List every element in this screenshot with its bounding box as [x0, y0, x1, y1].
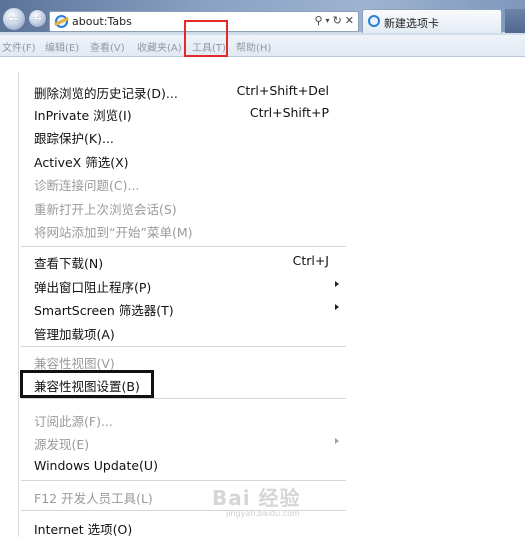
menu-item-shortcut: Ctrl+Shift+P — [249, 105, 329, 120]
menu-separator — [21, 480, 346, 481]
address-bar-tools: ⚲ ▾ ↻ ✕ — [314, 14, 354, 27]
menu-item-manage-addons[interactable]: 管理加载项(A) — [19, 319, 348, 343]
menu-view[interactable]: 查看(V) — [90, 39, 125, 54]
submenu-arrow-icon — [335, 438, 339, 444]
submenu-arrow-icon — [335, 304, 339, 310]
address-text[interactable]: about:Tabs — [72, 15, 132, 28]
ie-page-icon — [55, 15, 68, 28]
watermark-text: Bai 经验 — [212, 486, 301, 510]
menu-item-label: InPrivate 浏览(I) — [34, 108, 132, 123]
menu-item-add-to-start: 将网站添加到“开始”菜单(M) — [19, 217, 348, 241]
menu-favorites[interactable]: 收藏夹(A) — [137, 39, 182, 54]
forward-button[interactable]: → — [28, 9, 47, 28]
tab-new-tab[interactable]: 新建选项卡 — [362, 9, 502, 33]
menu-item-feed-discovery: 源发现(E) — [19, 429, 348, 453]
menu-item-reopen-session: 重新打开上次浏览会话(S) — [19, 194, 348, 218]
menu-item-popup-blocker[interactable]: 弹出窗口阻止程序(P) — [19, 272, 348, 296]
window-edge — [505, 9, 525, 33]
forward-arrow-icon: → — [32, 12, 43, 25]
browser-chrome: ← → about:Tabs ⚲ ▾ ↻ ✕ 新建选项卡 文件(F) 编辑(E)… — [0, 0, 525, 57]
watermark: Bai 经验 jingyan.baidu.com — [212, 482, 301, 518]
menu-item-activex-filter[interactable]: ActiveX 筛选(X) — [19, 147, 348, 171]
submenu-arrow-icon — [335, 281, 339, 287]
menu-item-label: 跟踪保护(K)... — [34, 131, 114, 146]
compat-settings-highlight-box — [20, 370, 154, 398]
watermark-sub: jingyan.baidu.com — [226, 509, 300, 518]
menu-item-smartscreen[interactable]: SmartScreen 筛选器(T) — [19, 295, 348, 319]
menu-item-label: Internet 选项(O) — [34, 522, 133, 537]
menu-item-tracking-protection[interactable]: 跟踪保护(K)... — [19, 123, 348, 147]
menu-item-label: 诊断连接问题(C)... — [34, 178, 140, 193]
close-icon[interactable]: ✕ — [345, 14, 354, 27]
chevron-down-icon[interactable]: ▾ — [326, 16, 330, 25]
menu-item-label: F12 开发人员工具(L) — [34, 491, 153, 506]
ie-tab-icon — [368, 15, 380, 27]
menu-item-delete-history[interactable]: 删除浏览的历史记录(D)... Ctrl+Shift+Del — [19, 78, 348, 102]
menu-item-label: Windows Update(U) — [34, 458, 158, 473]
menu-item-label: 订阅此源(F)... — [34, 414, 113, 429]
menu-item-compat-view: 兼容性视图(V) — [19, 348, 348, 372]
menu-item-shortcut: Ctrl+J — [292, 253, 329, 268]
menu-item-label: 将网站添加到“开始”菜单(M) — [34, 225, 193, 240]
menu-separator — [21, 346, 346, 347]
menu-item-label: 重新打开上次浏览会话(S) — [34, 202, 177, 217]
back-button[interactable]: ← — [2, 7, 26, 31]
page-background — [0, 57, 18, 537]
menu-item-shortcut: Ctrl+Shift+Del — [236, 83, 329, 98]
menu-item-subscribe-feed: 订阅此源(F)... — [19, 406, 348, 430]
menu-edit[interactable]: 编辑(E) — [45, 39, 79, 54]
menu-help[interactable]: 帮助(H) — [236, 39, 271, 54]
menu-item-label: ActiveX 筛选(X) — [34, 155, 129, 170]
menu-item-label: 源发现(E) — [34, 437, 90, 452]
menu-separator — [21, 398, 346, 399]
tools-dropdown-menu: 删除浏览的历史记录(D)... Ctrl+Shift+Del InPrivate… — [18, 72, 347, 537]
menu-file[interactable]: 文件(F) — [2, 39, 36, 54]
tools-menu-highlight-box — [184, 20, 228, 57]
menu-item-label: SmartScreen 筛选器(T) — [34, 303, 174, 318]
menu-item-view-downloads[interactable]: 查看下载(N) Ctrl+J — [19, 248, 348, 272]
refresh-icon[interactable]: ↻ — [333, 14, 342, 27]
back-arrow-icon: ← — [8, 11, 20, 27]
menu-item-label: 查看下载(N) — [34, 256, 104, 271]
menu-item-windows-update[interactable]: Windows Update(U) — [19, 453, 348, 477]
menu-separator — [21, 246, 346, 247]
menu-item-label: 弹出窗口阻止程序(P) — [34, 280, 152, 295]
menu-item-inprivate[interactable]: InPrivate 浏览(I) Ctrl+Shift+P — [19, 100, 348, 124]
menu-bar: 文件(F) 编辑(E) 查看(V) 收藏夹(A) 工具(T) 帮助(H) — [0, 35, 525, 57]
menu-item-diagnose: 诊断连接问题(C)... — [19, 170, 348, 194]
search-icon[interactable]: ⚲ — [314, 14, 322, 27]
menu-item-label: 管理加载项(A) — [34, 327, 115, 342]
tab-label: 新建选项卡 — [384, 17, 439, 30]
